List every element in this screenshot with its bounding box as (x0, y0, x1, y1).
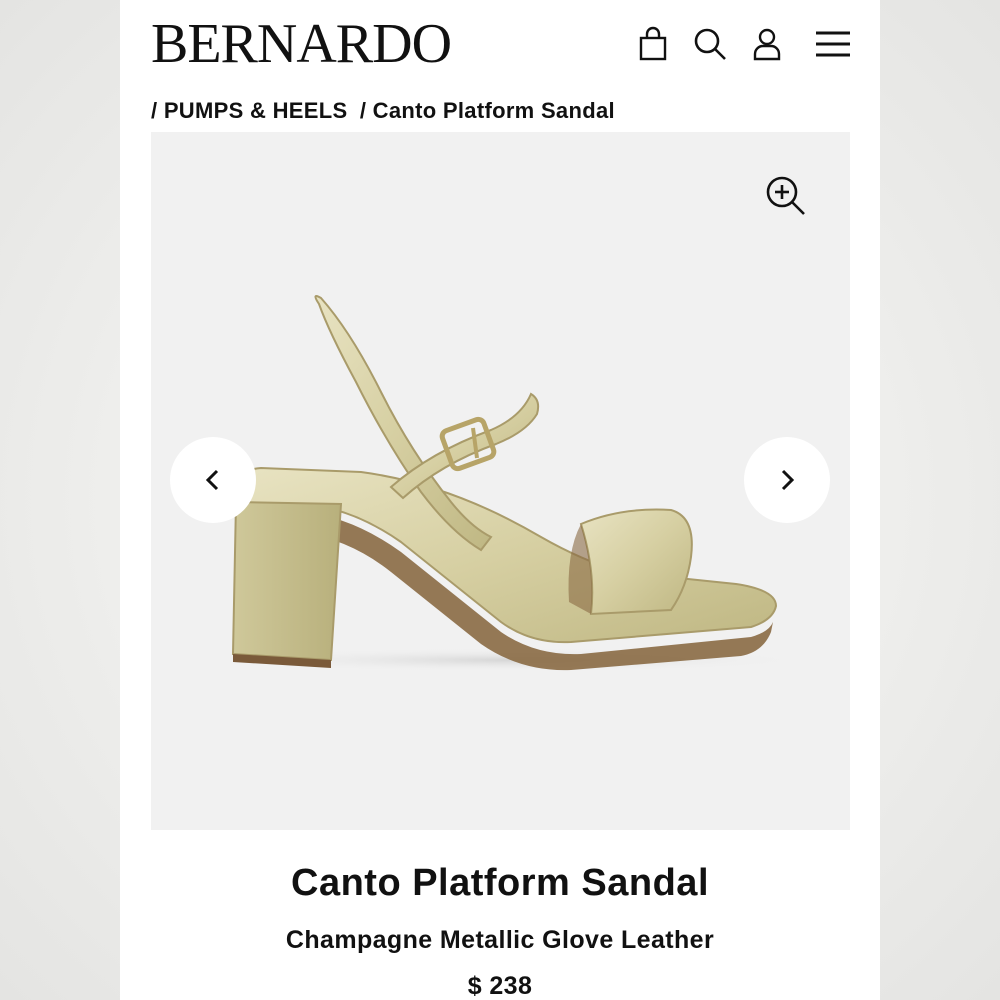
zoom-in-icon[interactable] (764, 174, 808, 218)
brand-logo[interactable]: BERNARDO (151, 14, 452, 74)
breadcrumb-current: / Canto Platform Sandal (359, 98, 615, 123)
product-page: BERNARDO / PUMPS & HEELS / Canto Platfor… (120, 0, 880, 1000)
user-icon[interactable] (747, 24, 787, 64)
search-icon[interactable] (690, 24, 730, 64)
product-title: Canto Platform Sandal (291, 862, 709, 904)
product-price: $ 238 (467, 972, 533, 1000)
menu-icon[interactable] (813, 24, 853, 64)
breadcrumb-link-pumps-heels[interactable]: / PUMPS & HEELS (151, 98, 347, 123)
chevron-right-icon (781, 469, 795, 491)
site-header: BERNARDO (120, 0, 880, 90)
next-image-button[interactable] (744, 437, 830, 523)
chevron-left-icon (205, 469, 219, 491)
previous-image-button[interactable] (170, 437, 256, 523)
breadcrumb: / PUMPS & HEELS / Canto Platform Sandal (151, 98, 621, 124)
product-gallery (151, 132, 850, 830)
product-color-material: Champagne Metallic Glove Leather (285, 926, 715, 954)
bag-icon[interactable] (633, 24, 673, 64)
